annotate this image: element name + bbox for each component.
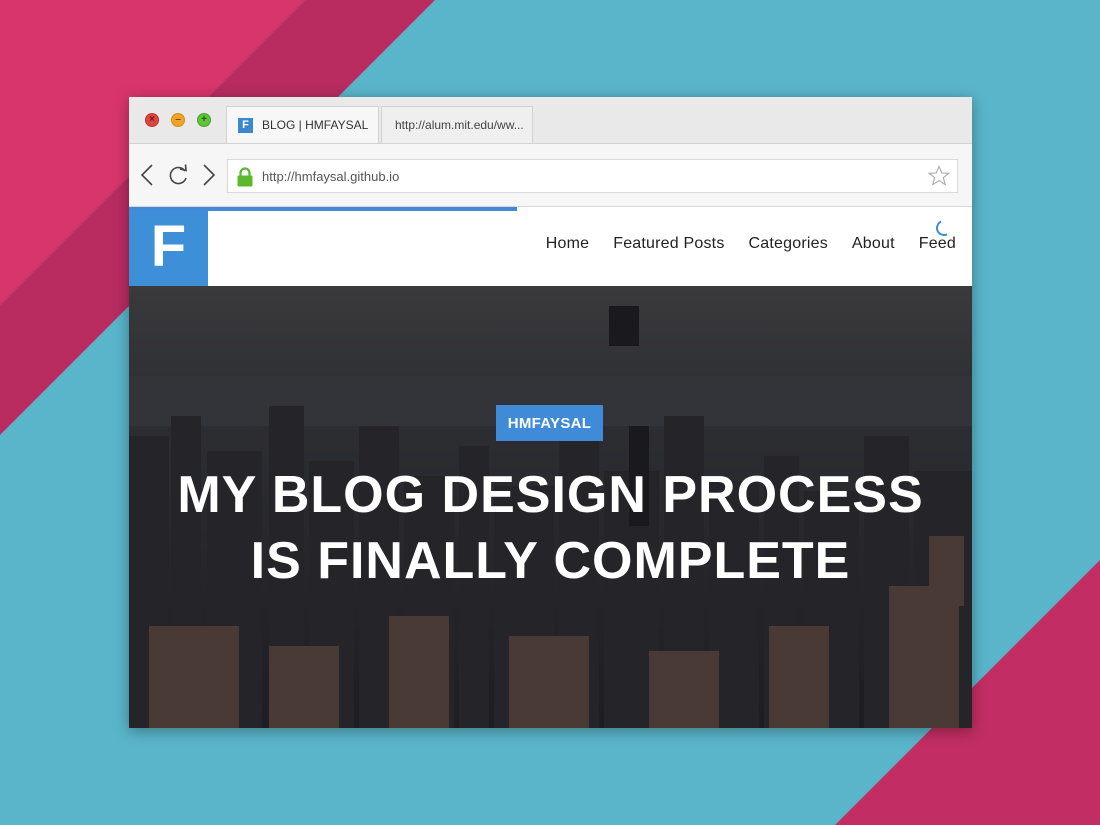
minimize-window-button[interactable]: –: [171, 113, 185, 127]
menu-item-featured-posts[interactable]: Featured Posts: [613, 235, 724, 253]
browser-window: × – + F BLOG | HMFAYSAL http://alum.mit.…: [129, 97, 972, 728]
maximize-window-button[interactable]: +: [197, 113, 211, 127]
author-badge[interactable]: HMFAYSAL: [496, 405, 603, 441]
browser-toolbar: http://hmfaysal.github.io: [129, 143, 972, 207]
page-load-progress-bar: [129, 207, 517, 211]
close-window-button[interactable]: ×: [145, 113, 159, 127]
site-navbar: F Home Featured Posts Categories About F…: [129, 207, 972, 286]
site-logo[interactable]: F: [129, 207, 208, 286]
address-bar[interactable]: http://hmfaysal.github.io: [227, 159, 958, 193]
minimize-icon: –: [175, 114, 181, 125]
hero-title-line-2: IS FINALLY COMPLETE: [250, 532, 851, 590]
close-icon: ×: [149, 114, 155, 125]
hero-title-line-1: MY BLOG DESIGN PROCESS: [177, 466, 924, 524]
url-text: http://hmfaysal.github.io: [262, 169, 400, 184]
tab-label: BLOG | HMFAYSAL: [262, 118, 369, 132]
hero-title[interactable]: MY BLOG DESIGN PROCESS IS FINALLY COMPLE…: [129, 462, 972, 594]
site-menu: Home Featured Posts Categories About Fee…: [546, 235, 956, 253]
favicon-icon: F: [238, 117, 253, 133]
web-page: F Home Featured Posts Categories About F…: [129, 207, 972, 728]
tab-alum-mit[interactable]: http://alum.mit.edu/ww...: [381, 106, 533, 143]
forward-arrow-icon[interactable]: [196, 162, 220, 188]
menu-item-home[interactable]: Home: [546, 235, 589, 253]
tab-blog-hmfaysal[interactable]: F BLOG | HMFAYSAL: [226, 106, 379, 143]
menu-item-about[interactable]: About: [852, 235, 895, 253]
bookmark-star-icon[interactable]: [928, 165, 950, 187]
hero-banner: HMFAYSAL MY BLOG DESIGN PROCESS IS FINAL…: [129, 286, 972, 728]
menu-item-feed[interactable]: Feed: [919, 235, 956, 253]
lock-icon: [237, 167, 253, 187]
tab-label: http://alum.mit.edu/ww...: [395, 118, 524, 132]
menu-item-categories[interactable]: Categories: [749, 235, 828, 253]
back-arrow-icon[interactable]: [136, 162, 160, 188]
tab-bar: × – + F BLOG | HMFAYSAL http://alum.mit.…: [129, 97, 972, 143]
reload-icon[interactable]: [166, 162, 190, 188]
maximize-icon: +: [201, 114, 207, 125]
